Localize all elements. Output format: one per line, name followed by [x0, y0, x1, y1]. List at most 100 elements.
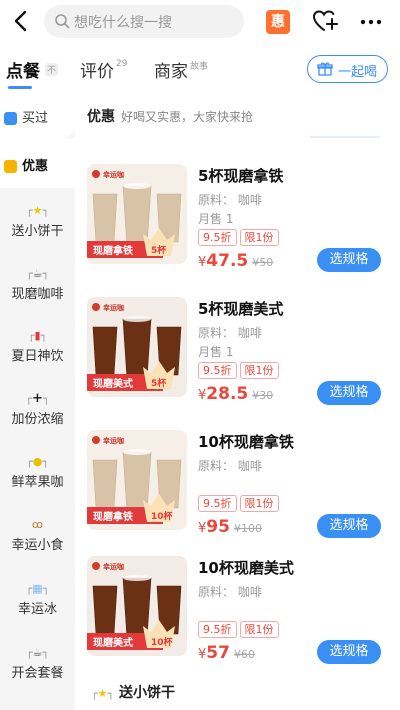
search-icon — [55, 14, 70, 29]
product-price: ¥28.5 ¥30 — [198, 384, 274, 404]
sidebar-item-coffee[interactable]: ┌☕┐ 现磨咖啡 — [0, 267, 75, 302]
coffee-cups-illustration: 幸运咖 现磨拿铁 5杯 — [87, 164, 187, 264]
sidebar-item-label: 买过 — [22, 111, 49, 126]
select-spec-button[interactable]: 选规格 — [317, 514, 381, 538]
svg-text:现磨拿铁: 现磨拿铁 — [93, 510, 133, 523]
select-spec-button[interactable]: 选规格 — [317, 640, 381, 664]
sidebar-item-meeting[interactable]: ┌☕┐ 开会套餐 — [0, 646, 75, 681]
clipboard-icon — [4, 112, 17, 125]
product-price: ¥57 ¥60 — [198, 643, 255, 663]
limit-tag: 限1份 — [239, 362, 279, 379]
drink-together-label: 一起喝 — [338, 65, 378, 80]
svg-text:幸运咖: 幸运咖 — [103, 303, 124, 312]
svg-text:5杯: 5杯 — [151, 377, 167, 389]
product-name: 5杯现磨拿铁 — [198, 167, 284, 185]
select-spec-button[interactable]: 选规格 — [317, 248, 381, 272]
tab-order-badge: 不 — [45, 63, 59, 76]
discount-icon[interactable]: 惠 — [266, 10, 290, 34]
svg-text:10杯: 10杯 — [151, 510, 174, 522]
product-price: ¥47.5 ¥50 — [198, 251, 274, 271]
limit-tag: 限1份 — [239, 229, 279, 246]
tab-merchant-sub: 故事 — [190, 62, 209, 72]
product-name: 10杯现磨美式 — [198, 559, 294, 577]
product-image: 幸运咖 现磨美式 5杯 — [87, 297, 187, 397]
sidebar-item-label: 送小饼干 — [11, 224, 64, 239]
product-tags: 9.5折 限1份 — [198, 362, 282, 380]
sidebar-item-ice[interactable]: ┌▦┐ 幸运冰 — [0, 582, 75, 617]
tab-reviews-count: 29 — [116, 59, 128, 69]
coffee-cups-illustration: 幸运咖 现磨美式 10杯 — [87, 556, 187, 656]
svg-text:现磨美式: 现磨美式 — [93, 636, 133, 649]
product-material: 原料： 咖啡 — [198, 585, 262, 599]
product-material: 原料： 咖啡 — [198, 326, 262, 340]
tab-order[interactable]: 点餐 — [6, 57, 40, 82]
sidebar-item-label: 现磨咖啡 — [11, 287, 64, 302]
product-tags: 9.5折 限1份 — [198, 229, 282, 247]
sidebar-item-label: 优惠 — [22, 159, 49, 174]
sidebar-item-label: 加份浓缩 — [11, 412, 64, 427]
product-tags: 9.5折 限1份 — [198, 621, 282, 639]
tab-merchant[interactable]: 商家 — [154, 57, 188, 82]
product-card[interactable]: 幸运咖 现磨美式 5杯 5杯现磨美式 原料： 咖啡 月售 1 9.5折 限1份 ¥… — [75, 297, 400, 423]
next-section-title: ┌★┐ 送小饼干 — [91, 685, 175, 701]
product-list: 优惠 好喝又实惠，大家快来抢 幸运咖 现磨拿铁 5杯 5杯现磨拿铁 原料： 咖啡… — [75, 92, 400, 710]
pretzel-icon: ꝏ — [31, 518, 44, 531]
coffee-cups-illustration: 幸运咖 现磨拿铁 10杯 — [87, 430, 187, 530]
sidebar-item-summer[interactable]: ┌▮┐ 夏日神饮 — [0, 329, 75, 364]
section-title: 优惠 — [87, 109, 115, 125]
svg-text:幸运咖: 幸运咖 — [103, 436, 124, 445]
limit-tag: 限1份 — [239, 495, 279, 512]
product-price: ¥95 ¥100 — [198, 517, 262, 537]
gift-icon — [317, 62, 333, 76]
sidebar-item-cookie[interactable]: ┌★┐ 送小饼干 — [0, 204, 75, 239]
svg-text:现磨拿铁: 现磨拿铁 — [93, 244, 133, 257]
drink-together-button[interactable]: 一起喝 — [307, 55, 388, 83]
discount-tag: 9.5折 — [198, 495, 237, 512]
ice-icon: ┌▦┐ — [25, 582, 50, 595]
sidebar-list — [0, 188, 75, 704]
more-options-icon[interactable] — [359, 10, 383, 34]
product-image: 幸运咖 现磨拿铁 5杯 — [87, 164, 187, 264]
svg-text:幸运咖: 幸运咖 — [103, 562, 124, 571]
sidebar-item-label: 幸运小食 — [11, 538, 64, 553]
sidebar-item-label: 鲜萃果咖 — [11, 475, 64, 490]
search-placeholder: 想吃什么搜一搜 — [74, 15, 172, 31]
product-material: 原料： 咖啡 — [198, 193, 262, 207]
sidebar-item-espresso[interactable]: ┌+┐ 加份浓缩 — [0, 391, 75, 428]
discount-tag: 9.5折 — [198, 621, 237, 638]
svg-text:幸运咖: 幸运咖 — [103, 170, 124, 179]
coffee-icon: ┌☕┐ — [25, 646, 50, 659]
plus-icon: ┌+┐ — [25, 391, 50, 406]
sidebar-item-fruit[interactable]: ┌●┐ 鲜萃果咖 — [0, 455, 75, 490]
sidebar-item-label: 开会套餐 — [11, 666, 64, 681]
divider — [310, 136, 380, 138]
sidebar-item-bought[interactable]: 买过 — [0, 92, 75, 138]
product-card[interactable]: 幸运咖 现磨拿铁 10杯 10杯现磨拿铁 原料： 咖啡 9.5折 限1份 ¥95 ¥… — [75, 430, 400, 556]
drink-icon: ┌▮┐ — [27, 329, 48, 342]
product-sales: 月售 1 — [198, 345, 234, 359]
product-card[interactable]: 幸运咖 现磨拿铁 5杯 5杯现磨拿铁 原料： 咖啡 月售 1 9.5折 限1份 ¥… — [75, 164, 400, 290]
product-tags: 9.5折 限1份 — [198, 495, 282, 513]
svg-text:现磨美式: 现磨美式 — [93, 377, 133, 390]
product-card[interactable]: 幸运咖 现磨美式 10杯 10杯现磨美式 原料： 咖啡 9.5折 限1份 ¥57 ¥… — [75, 556, 400, 682]
section-subtitle: 好喝又实惠，大家快来抢 — [121, 110, 254, 124]
active-tab-indicator — [8, 86, 32, 89]
product-name: 5杯现磨美式 — [198, 300, 284, 318]
back-arrow-icon[interactable] — [10, 8, 34, 34]
svg-text:5杯: 5杯 — [151, 244, 167, 256]
product-name: 10杯现磨拿铁 — [198, 433, 294, 451]
sidebar-item-label: 幸运冰 — [17, 602, 57, 617]
tab-reviews[interactable]: 评价 — [80, 57, 114, 82]
coffee-icon: ┌☕┐ — [25, 267, 50, 280]
top-bar: 想吃什么搜一搜 惠 — [0, 0, 400, 44]
sidebar-item-label: 夏日神饮 — [11, 349, 64, 364]
category-sidebar: 买过 优惠 ┌★┐ 送小饼干 ┌☕┐ 现磨咖啡 ┌▮┐ 夏日神饮 ┌+┐ 加份浓… — [0, 92, 75, 710]
search-bar[interactable]: 想吃什么搜一搜 — [44, 5, 244, 38]
sidebar-item-snack[interactable]: ꝏ 幸运小食 — [0, 518, 75, 553]
sidebar-item-discount[interactable]: 优惠 — [0, 138, 75, 188]
svg-text:10杯: 10杯 — [151, 636, 174, 648]
favorite-add-icon[interactable] — [312, 9, 338, 33]
lemon-icon: ┌●┐ — [26, 455, 49, 468]
limit-tag: 限1份 — [239, 621, 279, 638]
select-spec-button[interactable]: 选规格 — [317, 381, 381, 405]
